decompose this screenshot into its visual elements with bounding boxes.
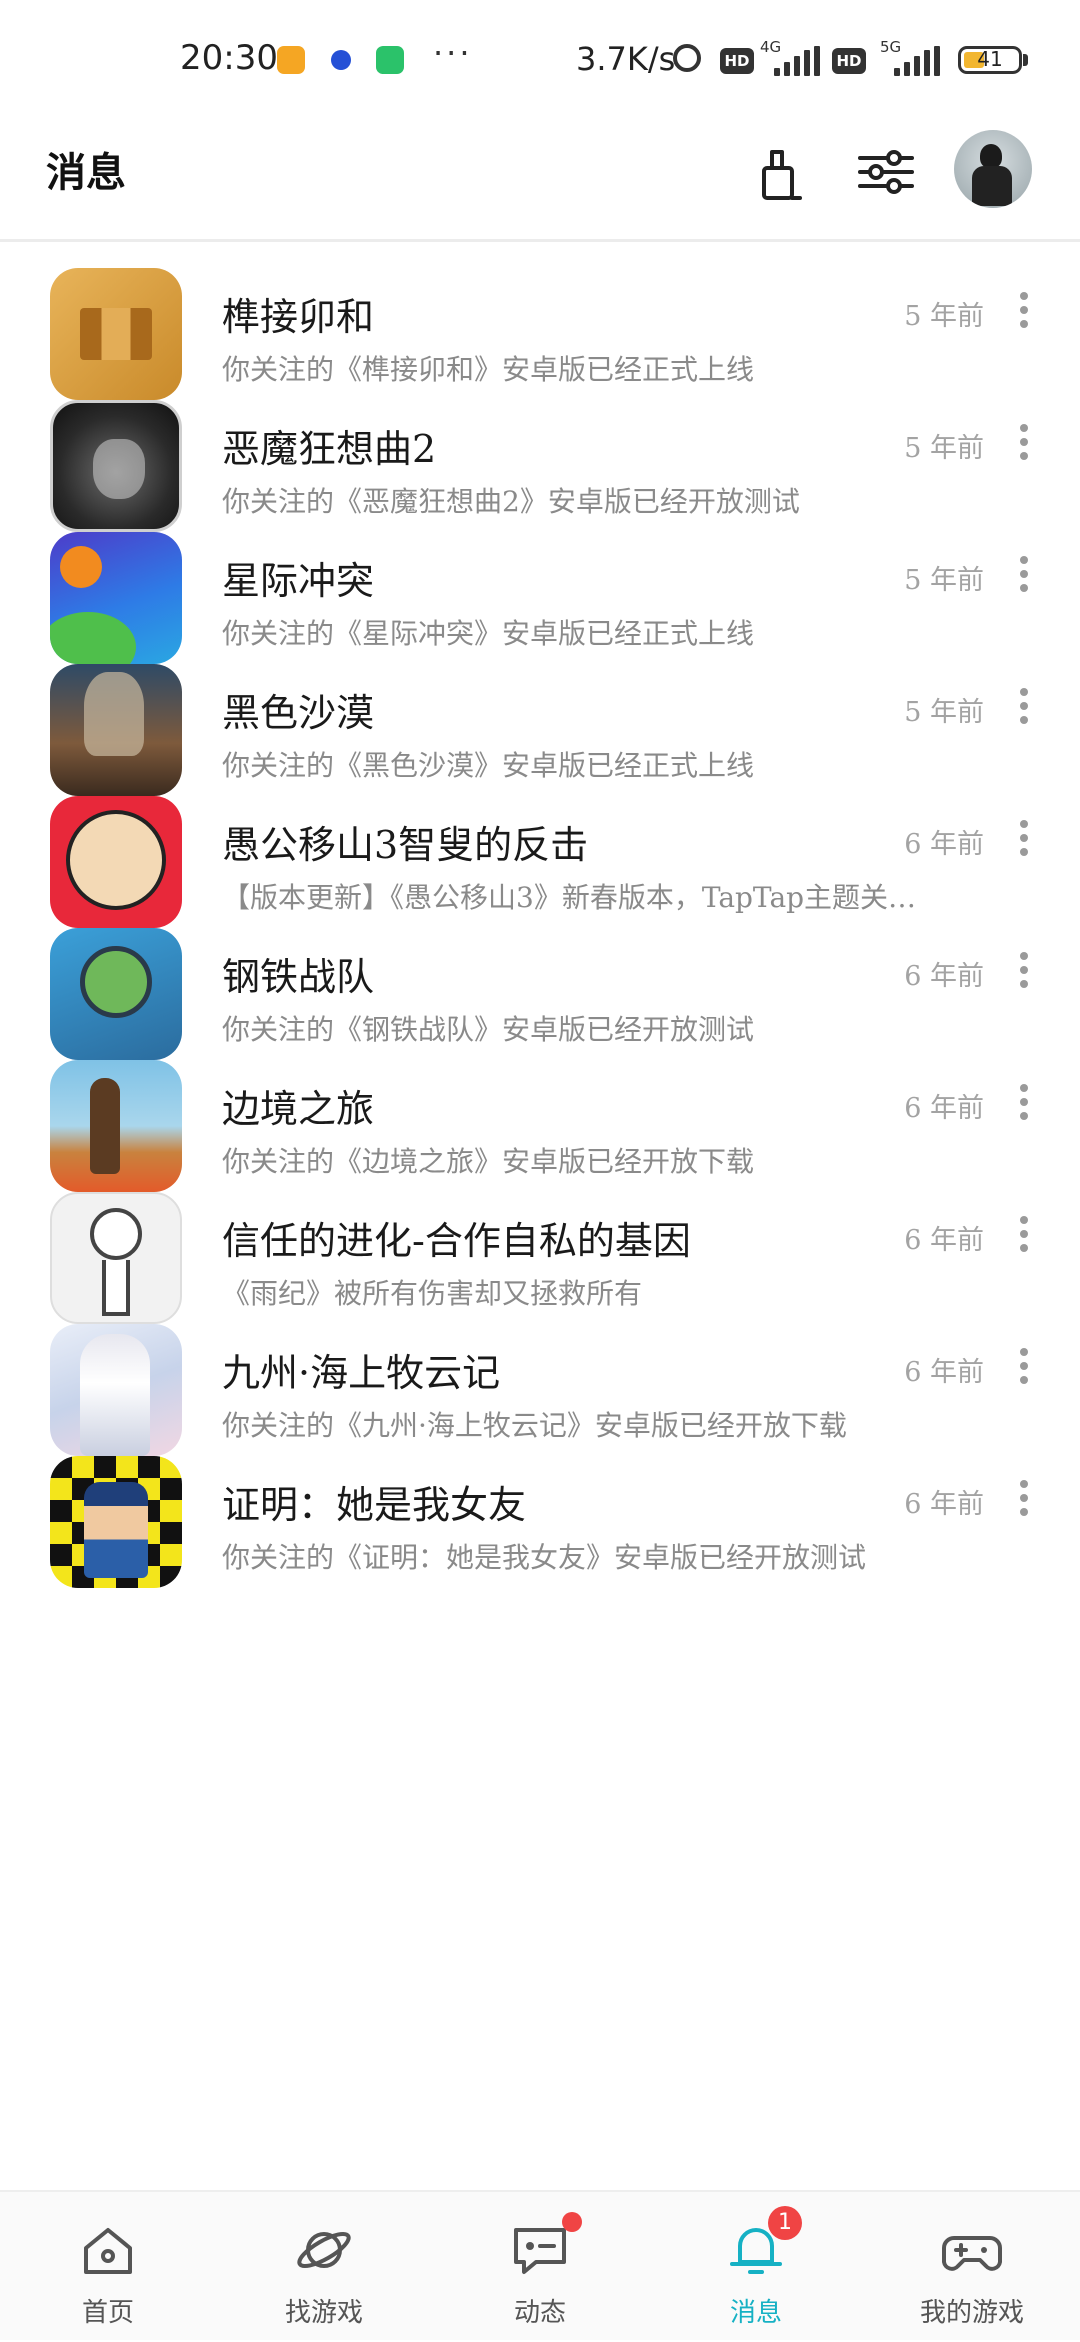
status-time: 20:30 bbox=[180, 38, 278, 78]
nav-label: 首页 bbox=[81, 2298, 134, 2328]
message-time: 5 年前 bbox=[904, 697, 984, 728]
more-options-icon[interactable] bbox=[1012, 1476, 1036, 1520]
alarm-icon bbox=[673, 44, 701, 72]
list-item[interactable]: 证明：她是我女友 你关注的《证明：她是我女友》安卓版已经开放测试 6 年前 bbox=[0, 1430, 1080, 1627]
message-title: 愚公移山3智叟的反击 bbox=[222, 823, 589, 867]
message-time: 5 年前 bbox=[904, 565, 984, 596]
status-bar: 20:30 ··· 3.7K/s HD 4G HD 5G 41 bbox=[0, 0, 1080, 118]
message-time: 6 年前 bbox=[904, 1225, 984, 1256]
game-icon[interactable] bbox=[50, 1456, 182, 1588]
more-options-icon[interactable] bbox=[1012, 1080, 1036, 1124]
bottom-navigation: 首页 找游戏 动态 1 消息 我的游戏 bbox=[0, 2190, 1080, 2340]
more-options-icon[interactable] bbox=[1012, 684, 1036, 728]
filter-icon[interactable] bbox=[850, 136, 922, 208]
page-title: 消息 bbox=[46, 149, 126, 196]
message-time: 6 年前 bbox=[904, 1357, 984, 1388]
notification-app-icon bbox=[376, 46, 404, 74]
gamepad-icon bbox=[940, 2218, 1004, 2282]
new-dot bbox=[562, 2212, 582, 2232]
more-options-icon[interactable] bbox=[1012, 420, 1036, 464]
feed-icon bbox=[508, 2218, 572, 2282]
message-time: 5 年前 bbox=[904, 301, 984, 332]
more-options-icon[interactable] bbox=[1012, 1344, 1036, 1388]
message-time: 6 年前 bbox=[904, 1489, 984, 1520]
battery-icon: 41 bbox=[958, 46, 1022, 74]
message-time: 6 年前 bbox=[904, 961, 984, 992]
avatar[interactable] bbox=[954, 130, 1032, 208]
message-title: 信任的进化-合作自私的基因 bbox=[222, 1219, 691, 1263]
more-options-icon[interactable] bbox=[1012, 1212, 1036, 1256]
more-options-icon[interactable] bbox=[1012, 948, 1036, 992]
nav-label: 动态 bbox=[513, 2298, 566, 2328]
planet-icon bbox=[292, 2218, 356, 2282]
home-icon bbox=[76, 2218, 140, 2282]
more-options-icon[interactable] bbox=[1012, 552, 1036, 596]
nav-label: 我的游戏 bbox=[919, 2298, 1024, 2328]
notification-app-icon bbox=[277, 46, 305, 74]
nav-messages[interactable]: 1 消息 bbox=[648, 2192, 864, 2342]
more-options-icon[interactable] bbox=[1012, 288, 1036, 332]
clean-icon[interactable] bbox=[744, 136, 816, 208]
message-title: 钢铁战队 bbox=[222, 955, 375, 999]
hd-badge: HD bbox=[720, 48, 754, 74]
nav-label: 消息 bbox=[729, 2298, 782, 2328]
nav-home[interactable]: 首页 bbox=[0, 2192, 216, 2342]
message-title: 证明：她是我女友 bbox=[222, 1483, 527, 1527]
message-title: 黑色沙漠 bbox=[222, 691, 375, 735]
app-header: 消息 bbox=[0, 118, 1080, 242]
hd-badge: HD bbox=[832, 48, 866, 74]
signal-icon bbox=[774, 46, 820, 76]
message-time: 6 年前 bbox=[904, 1093, 984, 1124]
more-notifications-icon: ··· bbox=[433, 34, 473, 72]
message-title: 恶魔狂想曲2 bbox=[222, 427, 437, 471]
message-title: 九州·海上牧云记 bbox=[222, 1351, 501, 1395]
nav-my-games[interactable]: 我的游戏 bbox=[864, 2192, 1080, 2342]
unread-badge: 1 bbox=[768, 2206, 802, 2240]
message-title: 榫接卯和 bbox=[222, 295, 375, 339]
signal-icon bbox=[894, 46, 940, 76]
nav-label: 找游戏 bbox=[284, 2298, 363, 2328]
nav-feed[interactable]: 动态 bbox=[432, 2192, 648, 2342]
more-options-icon[interactable] bbox=[1012, 816, 1036, 860]
message-time: 5 年前 bbox=[904, 433, 984, 464]
nav-find-games[interactable]: 找游戏 bbox=[216, 2192, 432, 2342]
notification-app-icon bbox=[327, 46, 355, 74]
message-title: 星际冲突 bbox=[222, 559, 375, 603]
message-title: 边境之旅 bbox=[222, 1087, 375, 1131]
net-speed: 3.7K/s bbox=[576, 40, 676, 78]
message-description: 你关注的《证明：她是我女友》安卓版已经开放测试 bbox=[222, 1541, 867, 1574]
message-time: 6 年前 bbox=[904, 829, 984, 860]
battery-level: 41 bbox=[977, 47, 1003, 71]
